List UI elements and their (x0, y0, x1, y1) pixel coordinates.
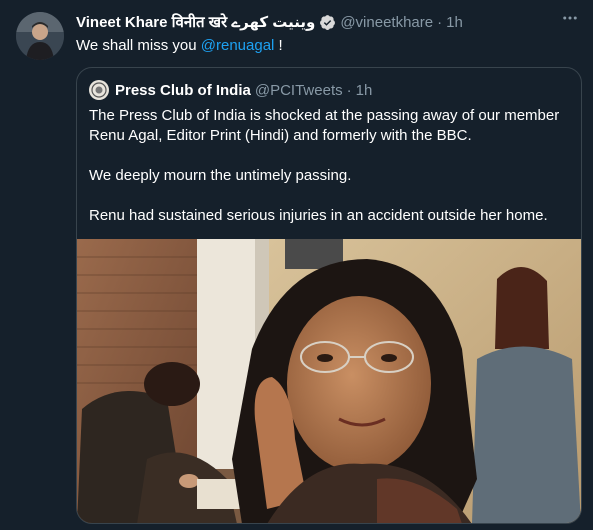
quoted-author-name: Press Club of India (115, 81, 251, 99)
verified-badge-icon (319, 14, 336, 31)
tweet-text-suffix: ! (274, 37, 283, 54)
author-handle[interactable]: @vineetkhare (340, 14, 433, 31)
quoted-paragraph: Renu had sustained serious injuries in a… (89, 207, 548, 224)
mention-link[interactable]: @renuagal (201, 37, 275, 54)
tweet-timestamp[interactable]: 1h (446, 14, 463, 31)
quoted-paragraph: We deeply mourn the untimely passing. (89, 167, 352, 184)
author-avatar[interactable] (16, 12, 64, 60)
quoted-author-avatar (89, 80, 109, 100)
separator-dot: · (437, 13, 443, 31)
quoted-tweet-text: The Press Club of India is shocked at th… (89, 106, 573, 226)
more-options-button[interactable] (557, 8, 583, 32)
author-name[interactable]: Vineet Khare विनीत खरे وینیت کھرے (76, 12, 315, 32)
quoted-tweet-timestamp: 1h (355, 81, 373, 99)
more-options-icon (561, 9, 579, 32)
tweet-text: We shall miss you @renuagal ! (76, 36, 283, 56)
tweet-text-prefix: We shall miss you (76, 37, 201, 54)
quoted-paragraph: The Press Club of India is shocked at th… (89, 107, 560, 144)
quoted-tweet-card[interactable]: Press Club of India @PCITweets · 1h The … (76, 67, 582, 524)
quoted-tweet-photo[interactable] (77, 239, 581, 523)
separator-dot: · (346, 81, 352, 99)
quoted-tweet-header: Press Club of India @PCITweets · 1h (89, 80, 372, 100)
tweet-header: Vineet Khare विनीत खरे وینیت کھرے @vinee… (76, 12, 463, 32)
quoted-author-handle: @PCITweets (254, 81, 343, 99)
